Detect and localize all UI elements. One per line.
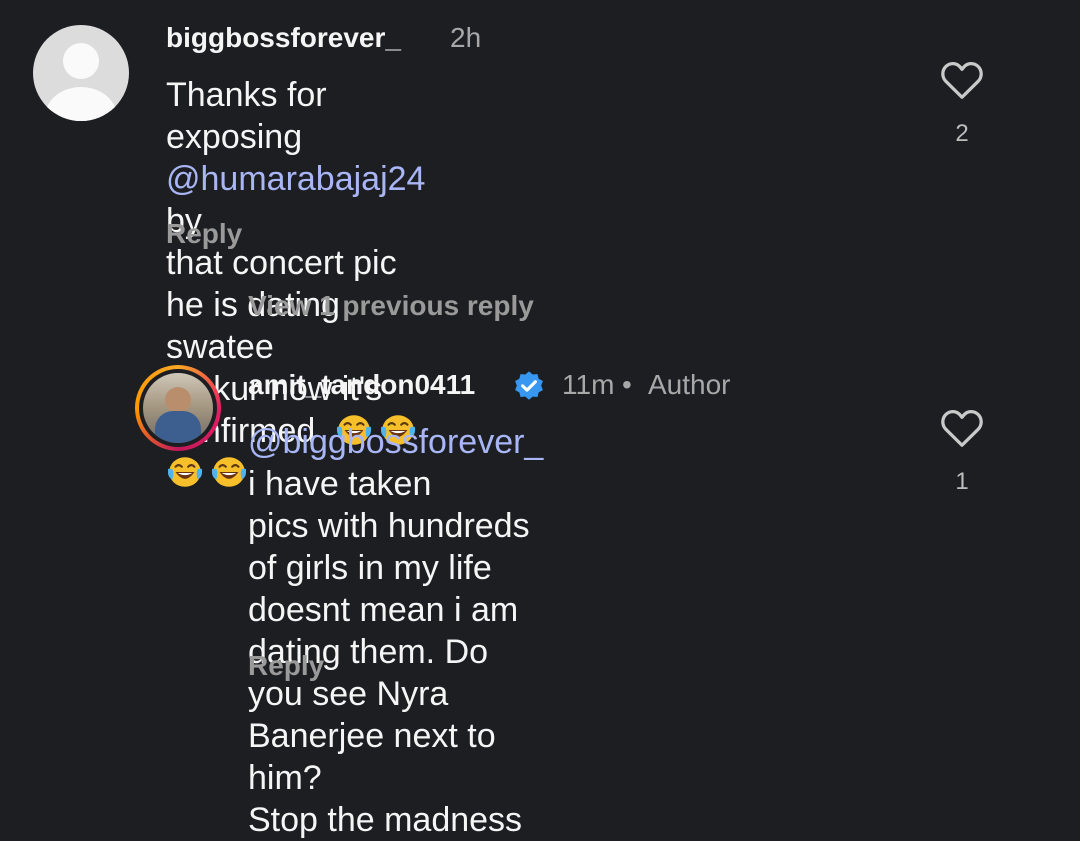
face-with-tears-of-joy-icon [211,457,247,487]
comment-line-5: Stop the madness [248,801,523,839]
comment-text-part: Thanks for exposing [166,76,327,156]
author-label: Author [648,369,731,400]
comment-line-1: @biggbossforever_ i have taken [248,421,543,505]
avatar-head [63,43,99,79]
avatar-body [45,87,117,121]
reply-button[interactable]: Reply [248,650,324,682]
avatar[interactable] [33,25,129,121]
mention-link[interactable]: @humarabajaj24 [166,160,425,198]
like-count: 1 [955,468,969,495]
like-count: 2 [955,120,969,147]
comment-username[interactable]: biggbossforever_ [166,22,401,54]
comment-username[interactable]: amit_tandon0411 [248,369,475,401]
heart-icon[interactable] [940,408,984,448]
avatar-photo [143,373,213,443]
comment-line-2: pics with hundreds of girls in my life [248,507,530,587]
reply-button[interactable]: Reply [166,218,242,250]
comment-line-1: Thanks for exposing @humarabajaj24 by [166,74,425,242]
face-with-tears-of-joy-icon [167,457,203,487]
comment-timestamp: 2h [450,22,482,53]
avatar-person-head [165,387,191,413]
avatar[interactable] [135,365,221,451]
heart-icon[interactable] [940,60,984,100]
mention-link[interactable]: @biggbossforever_ [248,423,543,461]
comment-text-part: i have taken [248,465,432,503]
avatar-person-shirt [155,411,201,443]
comment-timestamp: 11m [562,369,615,400]
view-previous-replies-button[interactable]: View 1 previous reply [248,290,534,322]
comment-text: @biggbossforever_ i have taken pics with… [248,421,543,841]
verified-badge-icon [515,371,543,400]
meta-separator: • [622,369,632,400]
comment-line-4: you see Nyra Banerjee next to him? [248,675,496,797]
